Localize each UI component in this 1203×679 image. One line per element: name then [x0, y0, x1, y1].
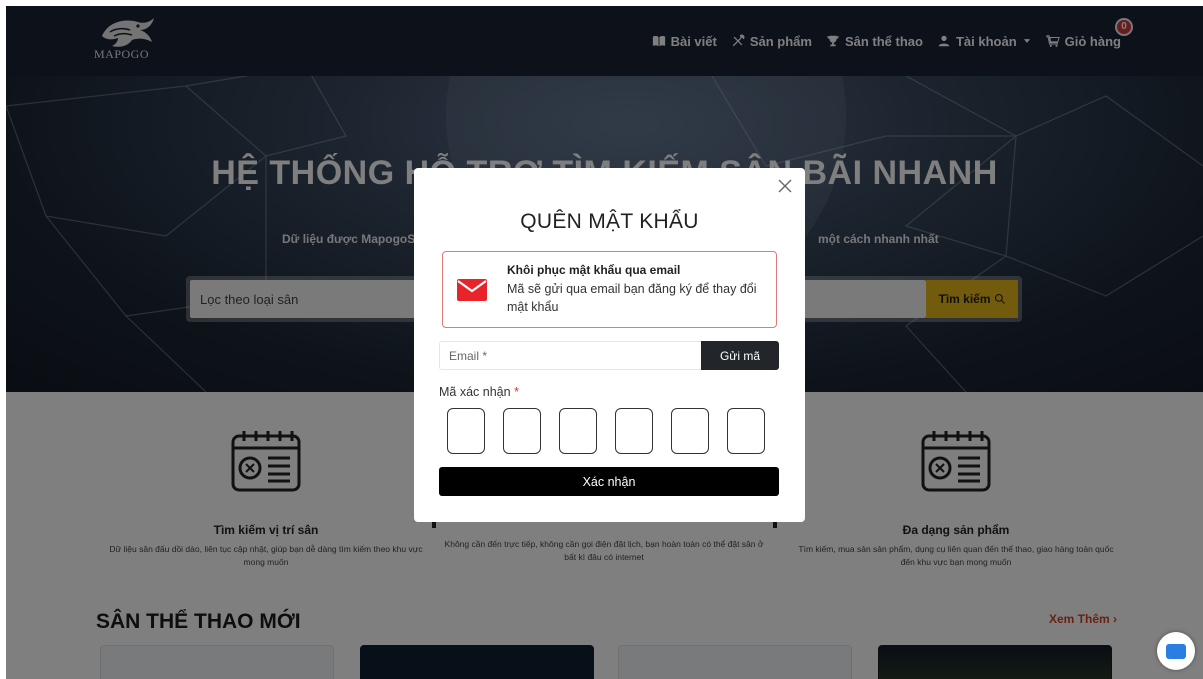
email-recovery-text: Khôi phục mật khẩu qua email Mã sẽ gửi q… [507, 263, 757, 316]
code-digit-6[interactable] [727, 408, 765, 454]
code-digit-5[interactable] [671, 408, 709, 454]
verification-code-label: Mã xác nhận * [439, 385, 519, 399]
send-code-button[interactable]: Gửi mã [701, 341, 779, 370]
email-input[interactable] [439, 341, 701, 370]
code-digit-4[interactable] [615, 408, 653, 454]
verification-code-inputs [447, 408, 765, 454]
code-digit-2[interactable] [503, 408, 541, 454]
email-recovery-desc: Mã sẽ gửi qua email bạn đăng ký để thay … [507, 282, 757, 314]
email-row: Gửi mã [439, 341, 779, 370]
confirm-button[interactable]: Xác nhận [439, 467, 779, 496]
forgot-password-modal: QUÊN MẬT KHẨU Khôi phục mật khẩu qua ema… [414, 168, 805, 522]
email-recovery-option[interactable]: Khôi phục mật khẩu qua email Mã sẽ gửi q… [442, 251, 777, 328]
code-digit-1[interactable] [447, 408, 485, 454]
mail-icon [457, 278, 487, 301]
chat-icon [1166, 643, 1186, 659]
chat-widget-button[interactable] [1157, 632, 1195, 670]
code-digit-3[interactable] [559, 408, 597, 454]
close-icon [778, 179, 792, 193]
close-button[interactable] [775, 176, 795, 196]
required-marker: * [514, 385, 519, 399]
code-label-text: Mã xác nhận [439, 385, 511, 399]
modal-title: QUÊN MẬT KHẨU [520, 210, 699, 233]
email-recovery-title: Khôi phục mật khẩu qua email [507, 263, 681, 277]
